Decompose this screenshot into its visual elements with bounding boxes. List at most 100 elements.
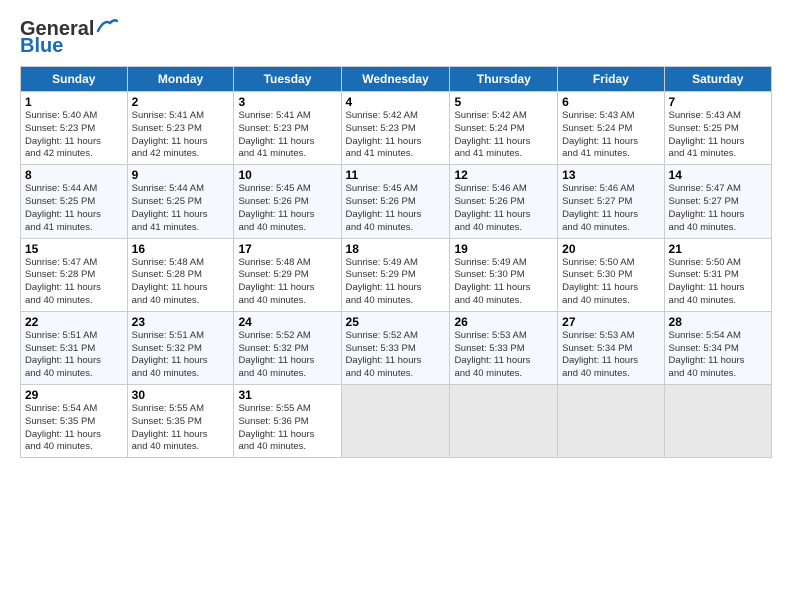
calendar-cell: 1Sunrise: 5:40 AMSunset: 5:23 PMDaylight… [21,92,128,165]
calendar-cell: 21Sunrise: 5:50 AMSunset: 5:31 PMDayligh… [664,238,771,311]
day-info: Sunrise: 5:52 AMSunset: 5:33 PMDaylight:… [346,330,446,381]
day-info: Sunrise: 5:51 AMSunset: 5:32 PMDaylight:… [132,330,230,381]
day-info: Sunrise: 5:43 AMSunset: 5:24 PMDaylight:… [562,110,659,161]
calendar-week-1: 1Sunrise: 5:40 AMSunset: 5:23 PMDaylight… [21,92,772,165]
calendar-cell: 25Sunrise: 5:52 AMSunset: 5:33 PMDayligh… [341,311,450,384]
calendar-week-2: 8Sunrise: 5:44 AMSunset: 5:25 PMDaylight… [21,165,772,238]
day-number: 27 [562,315,659,329]
calendar-header-row: SundayMondayTuesdayWednesdayThursdayFrid… [21,67,772,92]
calendar-cell: 17Sunrise: 5:48 AMSunset: 5:29 PMDayligh… [234,238,341,311]
day-number: 6 [562,95,659,109]
day-info: Sunrise: 5:46 AMSunset: 5:26 PMDaylight:… [454,183,553,234]
calendar-cell: 30Sunrise: 5:55 AMSunset: 5:35 PMDayligh… [127,385,234,458]
calendar-cell: 4Sunrise: 5:42 AMSunset: 5:23 PMDaylight… [341,92,450,165]
day-info: Sunrise: 5:48 AMSunset: 5:29 PMDaylight:… [238,257,336,308]
day-number: 17 [238,242,336,256]
day-info: Sunrise: 5:54 AMSunset: 5:34 PMDaylight:… [669,330,767,381]
day-info: Sunrise: 5:50 AMSunset: 5:30 PMDaylight:… [562,257,659,308]
header-sunday: Sunday [21,67,128,92]
calendar-cell: 14Sunrise: 5:47 AMSunset: 5:27 PMDayligh… [664,165,771,238]
day-number: 2 [132,95,230,109]
day-info: Sunrise: 5:49 AMSunset: 5:30 PMDaylight:… [454,257,553,308]
header-tuesday: Tuesday [234,67,341,92]
day-info: Sunrise: 5:54 AMSunset: 5:35 PMDaylight:… [25,403,123,454]
calendar-cell: 7Sunrise: 5:43 AMSunset: 5:25 PMDaylight… [664,92,771,165]
calendar-cell: 2Sunrise: 5:41 AMSunset: 5:23 PMDaylight… [127,92,234,165]
header-wednesday: Wednesday [341,67,450,92]
calendar-cell [558,385,664,458]
logo: General Blue [20,18,118,58]
calendar-cell: 6Sunrise: 5:43 AMSunset: 5:24 PMDaylight… [558,92,664,165]
day-number: 28 [669,315,767,329]
day-number: 13 [562,168,659,182]
day-info: Sunrise: 5:45 AMSunset: 5:26 PMDaylight:… [238,183,336,234]
calendar-cell: 16Sunrise: 5:48 AMSunset: 5:28 PMDayligh… [127,238,234,311]
calendar-table: SundayMondayTuesdayWednesdayThursdayFrid… [20,66,772,458]
calendar-cell: 31Sunrise: 5:55 AMSunset: 5:36 PMDayligh… [234,385,341,458]
day-info: Sunrise: 5:52 AMSunset: 5:32 PMDaylight:… [238,330,336,381]
calendar-cell: 12Sunrise: 5:46 AMSunset: 5:26 PMDayligh… [450,165,558,238]
day-number: 26 [454,315,553,329]
day-info: Sunrise: 5:44 AMSunset: 5:25 PMDaylight:… [25,183,123,234]
day-info: Sunrise: 5:43 AMSunset: 5:25 PMDaylight:… [669,110,767,161]
header-friday: Friday [558,67,664,92]
day-number: 4 [346,95,446,109]
day-info: Sunrise: 5:42 AMSunset: 5:24 PMDaylight:… [454,110,553,161]
day-number: 1 [25,95,123,109]
day-number: 11 [346,168,446,182]
header-saturday: Saturday [664,67,771,92]
day-info: Sunrise: 5:46 AMSunset: 5:27 PMDaylight:… [562,183,659,234]
day-info: Sunrise: 5:42 AMSunset: 5:23 PMDaylight:… [346,110,446,161]
day-info: Sunrise: 5:44 AMSunset: 5:25 PMDaylight:… [132,183,230,234]
day-number: 24 [238,315,336,329]
calendar-cell: 26Sunrise: 5:53 AMSunset: 5:33 PMDayligh… [450,311,558,384]
day-number: 21 [669,242,767,256]
day-info: Sunrise: 5:53 AMSunset: 5:34 PMDaylight:… [562,330,659,381]
day-info: Sunrise: 5:41 AMSunset: 5:23 PMDaylight:… [132,110,230,161]
day-info: Sunrise: 5:51 AMSunset: 5:31 PMDaylight:… [25,330,123,381]
calendar-cell: 11Sunrise: 5:45 AMSunset: 5:26 PMDayligh… [341,165,450,238]
calendar-cell: 20Sunrise: 5:50 AMSunset: 5:30 PMDayligh… [558,238,664,311]
calendar-cell: 19Sunrise: 5:49 AMSunset: 5:30 PMDayligh… [450,238,558,311]
calendar-cell: 3Sunrise: 5:41 AMSunset: 5:23 PMDaylight… [234,92,341,165]
calendar-week-5: 29Sunrise: 5:54 AMSunset: 5:35 PMDayligh… [21,385,772,458]
day-number: 19 [454,242,553,256]
day-number: 8 [25,168,123,182]
logo-blue: Blue [20,35,63,58]
day-info: Sunrise: 5:45 AMSunset: 5:26 PMDaylight:… [346,183,446,234]
logo-bird-icon [96,17,118,35]
day-info: Sunrise: 5:40 AMSunset: 5:23 PMDaylight:… [25,110,123,161]
calendar-cell: 24Sunrise: 5:52 AMSunset: 5:32 PMDayligh… [234,311,341,384]
calendar-cell: 22Sunrise: 5:51 AMSunset: 5:31 PMDayligh… [21,311,128,384]
day-number: 30 [132,388,230,402]
calendar-cell: 18Sunrise: 5:49 AMSunset: 5:29 PMDayligh… [341,238,450,311]
calendar-cell: 5Sunrise: 5:42 AMSunset: 5:24 PMDaylight… [450,92,558,165]
calendar-cell [341,385,450,458]
day-number: 22 [25,315,123,329]
day-info: Sunrise: 5:48 AMSunset: 5:28 PMDaylight:… [132,257,230,308]
calendar-week-4: 22Sunrise: 5:51 AMSunset: 5:31 PMDayligh… [21,311,772,384]
day-number: 29 [25,388,123,402]
calendar-week-3: 15Sunrise: 5:47 AMSunset: 5:28 PMDayligh… [21,238,772,311]
page-container: General Blue SundayMondayTuesdayWednesda… [0,0,792,468]
calendar-cell: 9Sunrise: 5:44 AMSunset: 5:25 PMDaylight… [127,165,234,238]
day-number: 9 [132,168,230,182]
calendar-cell: 8Sunrise: 5:44 AMSunset: 5:25 PMDaylight… [21,165,128,238]
day-number: 15 [25,242,123,256]
day-info: Sunrise: 5:53 AMSunset: 5:33 PMDaylight:… [454,330,553,381]
day-number: 25 [346,315,446,329]
day-number: 7 [669,95,767,109]
day-info: Sunrise: 5:49 AMSunset: 5:29 PMDaylight:… [346,257,446,308]
day-number: 16 [132,242,230,256]
day-number: 18 [346,242,446,256]
day-number: 3 [238,95,336,109]
calendar-cell [664,385,771,458]
day-number: 5 [454,95,553,109]
day-info: Sunrise: 5:47 AMSunset: 5:28 PMDaylight:… [25,257,123,308]
calendar-cell: 29Sunrise: 5:54 AMSunset: 5:35 PMDayligh… [21,385,128,458]
day-number: 14 [669,168,767,182]
day-number: 31 [238,388,336,402]
calendar-cell: 10Sunrise: 5:45 AMSunset: 5:26 PMDayligh… [234,165,341,238]
calendar-cell [450,385,558,458]
day-info: Sunrise: 5:41 AMSunset: 5:23 PMDaylight:… [238,110,336,161]
